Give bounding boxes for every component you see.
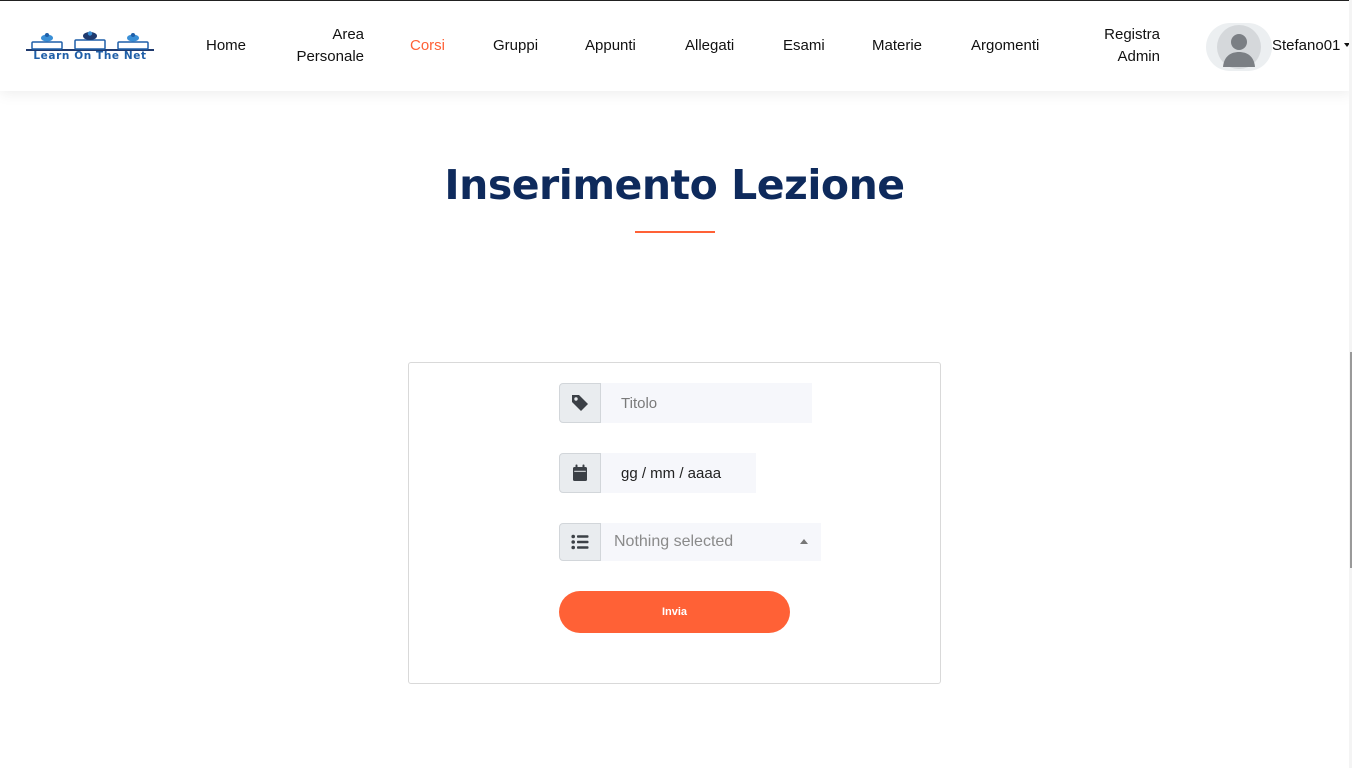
- user-name[interactable]: Stefano01: [1272, 36, 1340, 56]
- page-title: Inserimento Lezione: [444, 161, 905, 209]
- logo-text: Learn On The Net: [33, 50, 147, 62]
- tag-icon: [572, 395, 588, 411]
- calendar-icon: [573, 464, 587, 481]
- nav-argomenti[interactable]: Argomenti: [971, 35, 1039, 57]
- nav-home[interactable]: Home: [206, 35, 246, 57]
- nav-registra-admin[interactable]: Registra Admin: [1094, 24, 1160, 68]
- select-caret-icon: [800, 539, 808, 544]
- data-addon: [559, 453, 601, 493]
- select-addon: [559, 523, 601, 561]
- user-silhouette-icon: [1217, 25, 1261, 69]
- select-value: Nothing selected: [614, 533, 734, 550]
- nav-area-personale[interactable]: Area Personale: [290, 24, 364, 68]
- nav-appunti[interactable]: Appunti: [585, 35, 636, 57]
- navbar: Learn On The Net Home Area Personale Cor…: [0, 1, 1352, 91]
- title-underline: [635, 231, 715, 233]
- nav-corsi[interactable]: Corsi: [410, 35, 445, 57]
- list-icon: [571, 534, 589, 550]
- nav-gruppi[interactable]: Gruppi: [493, 35, 538, 57]
- logo[interactable]: Learn On The Net: [20, 31, 160, 63]
- titolo-addon: [559, 383, 601, 423]
- avatar[interactable]: [1206, 23, 1272, 71]
- nav-materie[interactable]: Materie: [872, 35, 922, 57]
- titolo-input[interactable]: [601, 383, 812, 423]
- argomento-select[interactable]: Nothing selected: [601, 523, 821, 561]
- nav-allegati[interactable]: Allegati: [685, 35, 734, 57]
- submit-button[interactable]: Invia: [559, 591, 790, 633]
- data-input[interactable]: [601, 453, 756, 493]
- nav-esami[interactable]: Esami: [783, 35, 825, 57]
